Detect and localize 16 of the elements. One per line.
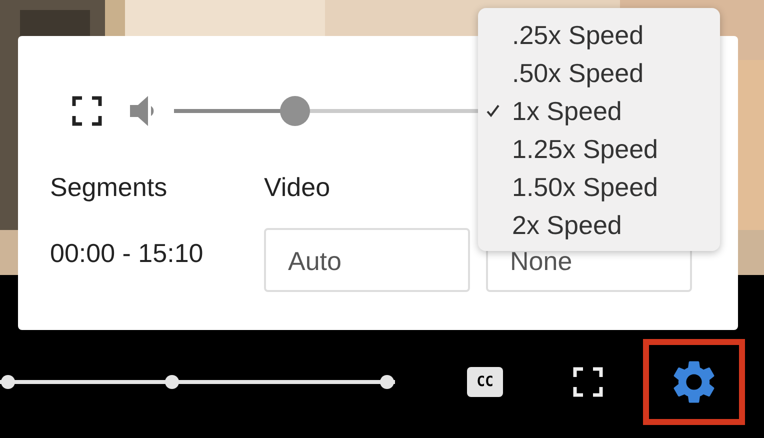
timeline-marker[interactable] [165,374,179,388]
timeline-marker[interactable] [1,374,15,388]
timeline-marker[interactable] [380,374,394,388]
fullscreen-icon[interactable] [72,96,102,126]
segments-label: Segments [50,172,168,204]
speed-option[interactable]: 1.25x Speed [486,130,720,168]
volume-thumb[interactable] [280,96,310,126]
speed-option[interactable]: 1x Speed [486,92,720,130]
video-label: Video [264,172,332,204]
speed-option[interactable]: .25x Speed [486,16,720,54]
speed-option[interactable]: 1.50x Speed [486,168,720,206]
speed-option[interactable]: .50x Speed [486,54,720,92]
captions-button[interactable]: CC [467,366,503,396]
settings-button[interactable] [643,338,745,424]
segment-range: 00:00 - 15:10 [50,238,204,269]
video-select[interactable]: Auto [264,228,470,292]
